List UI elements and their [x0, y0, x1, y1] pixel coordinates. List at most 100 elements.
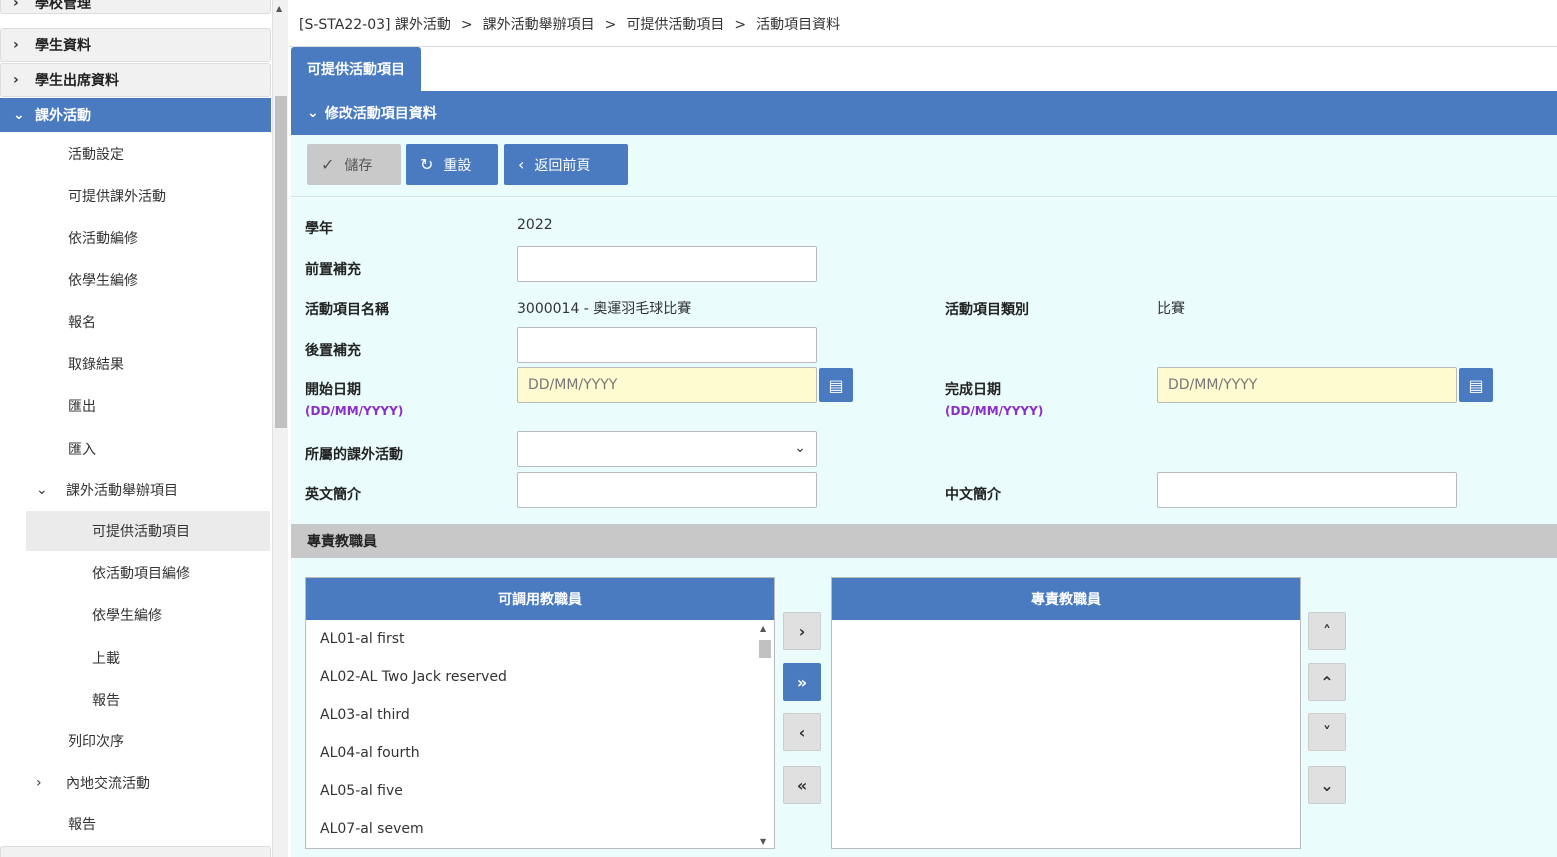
prefix-input[interactable] — [517, 246, 817, 282]
activity-select[interactable]: ⌄ — [517, 431, 817, 467]
item-name-label: 活動項目名稱 — [305, 302, 389, 318]
toolbar: ✓ 儲存 ↻ 重設 ‹ 返回前頁 — [291, 135, 1557, 197]
assigned-staff-header: 專責教職員 — [832, 578, 1300, 620]
chevron-down-icon: ⌄ — [794, 440, 806, 456]
breadcrumb-item[interactable]: 課外活動舉辦項目 — [483, 17, 595, 33]
end-date-format: (DD/MM/YYYY) — [945, 404, 1044, 418]
sidebar-item-edit-by-activity[interactable]: 依活動編修 — [0, 218, 271, 258]
school-year-label: 學年 — [305, 221, 333, 237]
sidebar-item-label: 匯出 — [68, 399, 96, 415]
calendar-icon[interactable]: ▤ — [1459, 368, 1493, 402]
breadcrumb-separator: > — [604, 17, 617, 33]
section-title: 修改活動項目資料 — [324, 106, 437, 122]
breadcrumb-item[interactable]: 可提供活動項目 — [626, 17, 724, 33]
reset-button[interactable]: ↻ 重設 — [406, 144, 498, 185]
chevron-right-icon: › — [36, 775, 42, 791]
divider — [289, 46, 1557, 47]
sidebar-item-label: 匯入 — [68, 442, 96, 458]
list-item[interactable]: AL01-al first — [306, 620, 774, 658]
move-top-button[interactable]: ⌃ — [1308, 663, 1346, 701]
section-header-edit-item[interactable]: ⌄ 修改活動項目資料 — [291, 91, 1557, 135]
activity-label: 所屬的課外活動 — [305, 447, 403, 463]
sidebar-item-activity-settings[interactable]: 活動設定 — [0, 134, 271, 174]
sidebar-head-next[interactable] — [0, 846, 271, 857]
sidebar-item-print-order[interactable]: 列印次序 — [0, 721, 271, 761]
save-button-label: 儲存 — [344, 157, 373, 174]
main-content: [S-STA22-03] 課外活動 > 課外活動舉辦項目 > 可提供活動項目 > 活動項目資… — [289, 0, 1557, 857]
available-staff-list[interactable]: 可調用教職員 AL01-al first AL02-AL Two Jack re… — [305, 577, 775, 849]
item-name-value: 3000014 - 奧運羽毛球比賽 — [517, 301, 692, 317]
suffix-input[interactable] — [517, 327, 817, 363]
end-date-label: 完成日期 — [945, 382, 1001, 398]
sidebar-head-attendance[interactable]: › 學生出席資料 — [0, 63, 271, 97]
chevron-down-icon: ⌄ — [36, 482, 48, 498]
sidebar-item-export[interactable]: 匯出 — [0, 386, 271, 426]
move-down-button[interactable]: ˅ — [1308, 713, 1346, 751]
sidebar-item-label: 可提供活動項目 — [92, 524, 190, 540]
sidebar-item-report[interactable]: 報告 — [0, 680, 271, 720]
end-date-input[interactable]: DD/MM/YYYY — [1157, 367, 1457, 403]
sidebar-item-report-2[interactable]: 報告 — [0, 804, 271, 844]
sidebar-scrollbar[interactable]: ▲ — [272, 0, 288, 857]
list-item[interactable]: AL07-al sevem — [306, 810, 774, 848]
calendar-icon[interactable]: ▤ — [819, 368, 853, 402]
save-button[interactable]: ✓ 儲存 — [307, 144, 401, 185]
move-right-button[interactable]: › — [783, 612, 821, 650]
sidebar-head-student-data[interactable]: › 學生資料 — [0, 28, 271, 62]
sidebar-item-edit-by-item[interactable]: 依活動項目編修 — [0, 553, 271, 593]
scroll-down-icon[interactable]: ▼ — [760, 837, 766, 846]
scroll-up-icon[interactable]: ▲ — [760, 624, 766, 633]
chevron-left-icon: ‹ — [518, 155, 525, 174]
sidebar-item-available-items[interactable]: 可提供活動項目 — [26, 511, 270, 551]
school-year-value: 2022 — [517, 217, 553, 233]
breadcrumb-separator: > — [734, 17, 747, 33]
breadcrumb-item-current: 活動項目資料 — [756, 17, 841, 33]
move-up-button[interactable]: ˄ — [1308, 612, 1346, 650]
sidebar-item-label: 課外活動舉辦項目 — [66, 483, 178, 499]
sidebar-item-label: 報名 — [68, 315, 96, 331]
scroll-up-icon[interactable]: ▲ — [276, 4, 282, 13]
zh-intro-input[interactable] — [1157, 472, 1457, 508]
tab-available-items[interactable]: 可提供活動項目 — [291, 47, 421, 91]
list-item[interactable]: AL05-al five — [306, 772, 774, 810]
list-scroll-thumb[interactable] — [759, 640, 771, 658]
sidebar-head-school-admin[interactable]: › 學校管理 — [0, 0, 271, 14]
move-all-right-button[interactable]: » — [783, 663, 821, 701]
sidebar-head-eca[interactable]: ⌄ 課外活動 — [0, 98, 271, 132]
sidebar-item-label: 內地交流活動 — [66, 776, 150, 792]
sidebar-item-enrol[interactable]: 報名 — [0, 302, 271, 342]
chevron-right-icon: › — [13, 0, 19, 11]
start-date-label: 開始日期 — [305, 382, 361, 398]
list-item[interactable]: AL03-al third — [306, 696, 774, 734]
sidebar-item-label: 報告 — [92, 693, 120, 709]
suffix-label: 後置補充 — [305, 343, 361, 359]
sidebar-head-label: 學校管理 — [35, 0, 91, 12]
sidebar-item-admission-result[interactable]: 取錄結果 — [0, 344, 271, 384]
en-intro-input[interactable] — [517, 472, 817, 508]
sidebar-item-label: 依活動編修 — [68, 231, 138, 247]
sidebar-item-edit-by-student-2[interactable]: 依學生編修 — [0, 595, 271, 635]
move-bottom-button[interactable]: ⌄ — [1308, 766, 1346, 804]
chevron-down-icon: ⌄ — [307, 105, 319, 121]
chevron-right-icon: › — [13, 72, 19, 88]
sidebar-item-import[interactable]: 匯入 — [0, 429, 271, 469]
assigned-staff-list[interactable]: 專責教職員 — [831, 577, 1301, 849]
move-all-left-button[interactable]: « — [783, 766, 821, 804]
sidebar-scroll-thumb[interactable] — [275, 96, 287, 428]
sidebar-item-edit-by-student[interactable]: 依學生編修 — [0, 260, 271, 300]
back-button[interactable]: ‹ 返回前頁 — [504, 144, 628, 185]
sidebar-item-eca-items[interactable]: ⌄ 課外活動舉辦項目 — [0, 470, 271, 510]
move-left-button[interactable]: ‹ — [783, 713, 821, 751]
list-item[interactable]: AL04-al fourth — [306, 734, 774, 772]
reset-button-label: 重設 — [443, 157, 472, 174]
sidebar-item-mainland-exchange[interactable]: › 內地交流活動 — [0, 763, 271, 803]
list-item[interactable]: AL02-AL Two Jack reserved — [306, 658, 774, 696]
start-date-input[interactable]: DD/MM/YYYY — [517, 367, 817, 403]
item-type-value: 比賽 — [1157, 301, 1185, 317]
sidebar-head-label: 課外活動 — [35, 108, 91, 124]
sidebar-item-upload[interactable]: 上載 — [0, 638, 271, 678]
sidebar-item-available-eca[interactable]: 可提供課外活動 — [0, 176, 271, 216]
sidebar-item-label: 依學生編修 — [68, 273, 138, 289]
breadcrumb-item[interactable]: [S-STA22-03] 課外活動 — [299, 17, 451, 33]
list-scrollbar[interactable]: ▲ ▼ — [758, 624, 772, 846]
